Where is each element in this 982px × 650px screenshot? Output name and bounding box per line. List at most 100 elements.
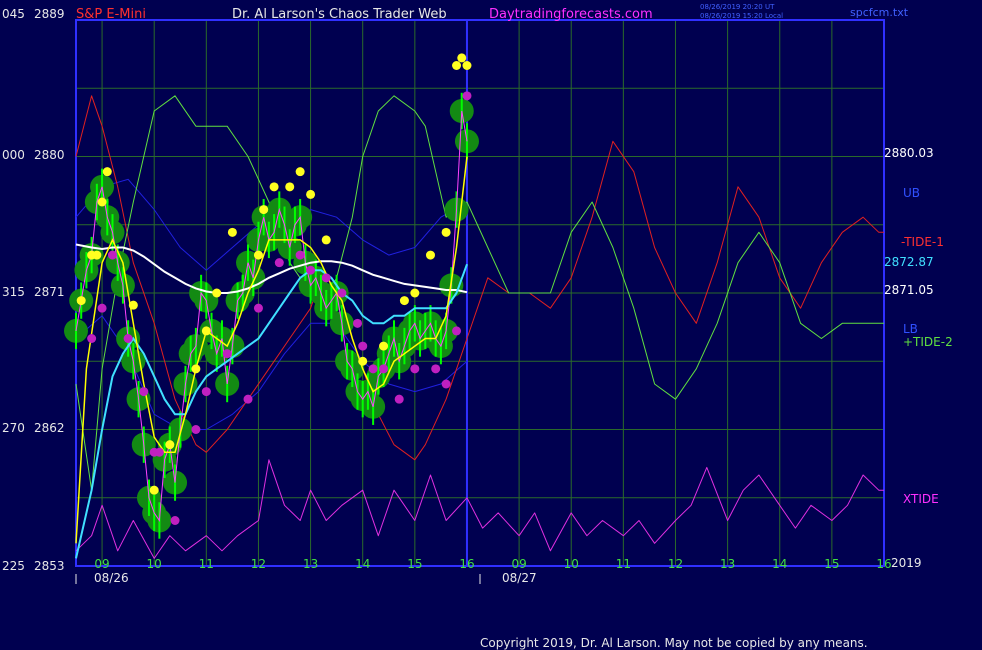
left-axis-price: 2862 bbox=[34, 421, 65, 435]
low-marker bbox=[321, 273, 331, 283]
high-marker bbox=[425, 250, 435, 260]
site-url[interactable]: Daytradingforecasts.com bbox=[489, 7, 653, 22]
left-axis-code: 000 bbox=[2, 148, 25, 162]
hour-tick-label: 16 bbox=[876, 557, 891, 571]
high-marker bbox=[201, 326, 211, 336]
timestamp-local: 08/26/2019 15:20 Local bbox=[700, 12, 783, 20]
low-marker bbox=[154, 447, 164, 457]
xtide-label: XTIDE bbox=[903, 492, 939, 506]
low-marker bbox=[274, 258, 284, 268]
year-label: 2019 bbox=[891, 556, 922, 570]
low-marker bbox=[201, 387, 211, 397]
hour-tick-label: 11 bbox=[199, 557, 214, 571]
low-marker bbox=[222, 349, 232, 359]
hour-tick-label: 09 bbox=[511, 557, 526, 571]
timestamp-ut: 08/26/2019 20:20 UT bbox=[700, 3, 775, 11]
left-axis-price: 2889 bbox=[34, 7, 65, 21]
high-marker bbox=[227, 227, 237, 237]
high-marker bbox=[441, 227, 451, 237]
high-marker bbox=[295, 167, 305, 177]
high-marker bbox=[269, 182, 279, 192]
date-label: 08/27 bbox=[502, 571, 537, 585]
tide1-label: -TIDE-1 bbox=[901, 235, 944, 249]
high-marker bbox=[358, 356, 368, 366]
copyright-notice: Copyright 2019, Dr. Al Larson. May not b… bbox=[480, 636, 868, 650]
high-marker bbox=[165, 440, 175, 450]
low-marker bbox=[139, 387, 149, 397]
left-axis-code: 225 bbox=[2, 559, 25, 573]
low-marker bbox=[441, 379, 451, 389]
low-marker bbox=[253, 303, 263, 313]
low-marker bbox=[352, 318, 362, 328]
high-marker bbox=[97, 197, 107, 207]
instrument-title: S&P E-Mini bbox=[76, 7, 146, 22]
low-marker bbox=[462, 91, 472, 101]
low-marker bbox=[337, 288, 347, 298]
low-marker bbox=[295, 250, 305, 260]
date-label: 08/26 bbox=[94, 571, 129, 585]
high-marker bbox=[76, 296, 86, 306]
low-marker bbox=[170, 516, 180, 525]
high-marker bbox=[253, 250, 263, 260]
data-file-name: spcfcm.txt bbox=[850, 6, 909, 19]
hour-tick-label: 13 bbox=[303, 557, 318, 571]
high-marker bbox=[457, 53, 467, 63]
high-marker bbox=[212, 288, 222, 298]
hour-tick-label: 11 bbox=[616, 557, 631, 571]
hour-tick-label: 16 bbox=[459, 557, 474, 571]
high-marker bbox=[128, 300, 138, 310]
chart-background bbox=[0, 0, 982, 650]
hour-tick-label: 15 bbox=[407, 557, 422, 571]
low-marker bbox=[368, 364, 378, 374]
high-marker bbox=[379, 341, 389, 351]
left-axis-price: 2880 bbox=[34, 148, 65, 162]
low-marker bbox=[358, 341, 368, 351]
tide2-label: +TIDE-2 bbox=[903, 335, 953, 349]
hour-tick-label: 14 bbox=[355, 557, 370, 571]
chart: S&P E-Mini Dr. Al Larson's Chaos Trader … bbox=[0, 0, 982, 650]
hour-tick-label: 12 bbox=[668, 557, 683, 571]
hour-tick-label: 14 bbox=[772, 557, 787, 571]
low-marker bbox=[123, 334, 133, 343]
left-axis-code: 315 bbox=[2, 285, 25, 299]
hour-tick-label: 10 bbox=[147, 557, 162, 571]
mid-average-label: 2872.87 bbox=[884, 255, 934, 269]
last-price-label: 2880.03 bbox=[884, 146, 934, 160]
low-marker bbox=[431, 364, 441, 374]
hour-tick-label: 15 bbox=[824, 557, 839, 571]
left-axis-price: 2871 bbox=[34, 285, 65, 299]
upper-band-label: UB bbox=[903, 186, 920, 200]
left-axis-code: 045 bbox=[2, 7, 25, 21]
low-marker bbox=[191, 425, 201, 434]
high-marker bbox=[452, 61, 462, 70]
lower-band-label: LB bbox=[903, 322, 918, 336]
hour-tick-label: 10 bbox=[564, 557, 579, 571]
high-marker bbox=[149, 485, 159, 495]
hour-tick-label: 13 bbox=[720, 557, 735, 571]
high-marker bbox=[410, 288, 420, 298]
low-marker bbox=[452, 326, 462, 336]
high-marker bbox=[191, 364, 201, 374]
hour-tick-label: 09 bbox=[94, 557, 109, 571]
low-marker bbox=[243, 394, 253, 404]
high-marker bbox=[462, 61, 472, 70]
high-marker bbox=[285, 182, 295, 192]
low-marker bbox=[87, 334, 97, 343]
low-marker bbox=[107, 250, 117, 260]
left-axis-price: 2853 bbox=[34, 559, 65, 573]
high-marker bbox=[399, 296, 409, 306]
hour-tick-label: 12 bbox=[251, 557, 266, 571]
high-marker bbox=[306, 189, 316, 199]
high-marker bbox=[92, 250, 102, 260]
high-marker bbox=[102, 167, 112, 177]
low-marker bbox=[379, 364, 389, 374]
low-marker bbox=[410, 364, 420, 374]
high-marker bbox=[321, 235, 331, 245]
slow-average-label: 2871.05 bbox=[884, 283, 934, 297]
site-title: Dr. Al Larson's Chaos Trader Web bbox=[232, 7, 447, 22]
low-marker bbox=[306, 265, 316, 275]
low-marker bbox=[97, 303, 107, 313]
left-axis-code: 270 bbox=[2, 421, 25, 435]
high-marker bbox=[259, 205, 269, 215]
low-marker bbox=[394, 394, 404, 404]
